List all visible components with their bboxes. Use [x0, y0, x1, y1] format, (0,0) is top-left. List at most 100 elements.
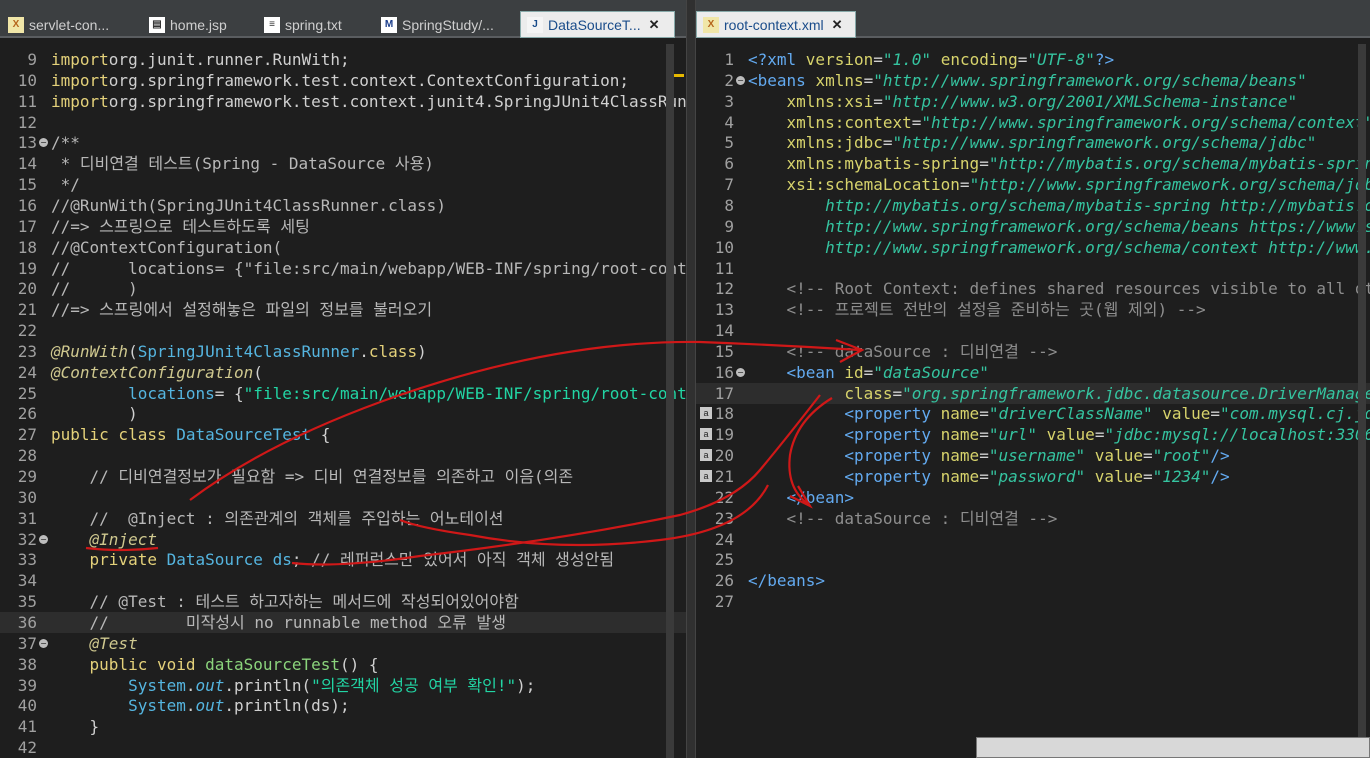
- java-code-line[interactable]: 18 //@ContextConfiguration(: [0, 237, 686, 258]
- java-code-line[interactable]: 39 System.out.println("의존객체 성공 여부 확인!");: [0, 675, 686, 696]
- xml-code-line[interactable]: 3 xmlns:xsi="http://www.w3.org/2001/XMLS…: [696, 91, 1370, 112]
- java-editor-scrollbar[interactable]: [666, 44, 674, 758]
- xml-code-line[interactable]: 22 </bean>: [696, 487, 1370, 508]
- fold-toggle-icon[interactable]: −: [39, 534, 48, 544]
- java-code-line[interactable]: 21 //=> 스프링에서 설정해놓은 파일의 정보를 불러오기: [0, 299, 686, 320]
- xml-code-line[interactable]: 1 <?xml version="1.0" encoding="UTF-8"?>: [696, 49, 1370, 70]
- java-code-line[interactable]: 32− @Inject: [0, 529, 686, 550]
- java-code-line[interactable]: 30: [0, 487, 686, 508]
- xml-code-editor[interactable]: 1 <?xml version="1.0" encoding="UTF-8"?> 2…: [696, 44, 1370, 758]
- xml-code-line[interactable]: 2− <beans xmlns="http://www.springframewo…: [696, 70, 1370, 91]
- java-code-text: * 디비연결 테스트(Spring - DataSource 사용): [51, 153, 434, 174]
- xml-code-line[interactable]: a 19 <property name="url" value="jdbc:mys…: [696, 424, 1370, 445]
- java-code-line[interactable]: 26 ): [0, 403, 686, 424]
- xml-code-line[interactable]: 15 <!-- dataSource : 디비연결 -->: [696, 341, 1370, 362]
- java-code-line[interactable]: 22: [0, 320, 686, 341]
- close-tab-icon[interactable]: ✕: [832, 17, 843, 33]
- line-number: 32: [17, 529, 37, 549]
- java-code-line[interactable]: 17 //=> 스프링으로 테스트하도록 세팅: [0, 216, 686, 237]
- java-code-line[interactable]: 12: [0, 112, 686, 133]
- right-tab-bar: Xroot-context.xml ✕: [696, 0, 1370, 38]
- java-code-line[interactable]: 23 @RunWith(SpringJUnit4ClassRunner.class…: [0, 341, 686, 362]
- xml-code-line[interactable]: 11: [696, 258, 1370, 279]
- xml-code-text: http://www.springframework.org/schema/co…: [748, 237, 1370, 258]
- xml-code-line[interactable]: a 20 <property name="username" value="roo…: [696, 445, 1370, 466]
- window-thumbnail-preview[interactable]: [976, 737, 1370, 758]
- code-token: (: [128, 341, 138, 361]
- line-number: 34: [17, 571, 37, 591]
- xml-code-line[interactable]: 9 http://www.springframework.org/schema/…: [696, 216, 1370, 237]
- code-token: .println(ds);: [224, 696, 350, 716]
- java-code-line[interactable]: 37− @Test: [0, 633, 686, 654]
- line-number: 21: [17, 300, 37, 320]
- java-code-line[interactable]: 33 private DataSource ds; // 레퍼런스만 있어서 아…: [0, 549, 686, 570]
- code-token: @RunWith: [51, 341, 129, 361]
- xml-code-line[interactable]: 13 <!-- 프로젝트 전반의 설정을 준비하는 곳(웹 제외) -->: [696, 299, 1370, 320]
- fold-toggle-icon[interactable]: −: [39, 638, 48, 648]
- java-code-line[interactable]: 41 }: [0, 716, 686, 737]
- java-code-line[interactable]: 15 */: [0, 174, 686, 195]
- xml-code-line[interactable]: a 18 <property name="driverClassName" val…: [696, 403, 1370, 424]
- fold-toggle-icon[interactable]: −: [736, 367, 745, 377]
- java-code-line[interactable]: 19 // locations= {"file:src/main/webapp/W…: [0, 258, 686, 279]
- xml-code-line[interactable]: 6 xmlns:mybatis-spring="http://mybatis.o…: [696, 153, 1370, 174]
- pane-divider[interactable]: [686, 0, 696, 758]
- java-code-line[interactable]: 14 * 디비연결 테스트(Spring - DataSource 사용): [0, 153, 686, 174]
- xml-code-line[interactable]: 25: [696, 549, 1370, 570]
- java-code-line[interactable]: 9 importorg.junit.runner.RunWith;: [0, 49, 686, 70]
- xml-code-line[interactable]: 27: [696, 591, 1370, 612]
- java-code-line[interactable]: 34: [0, 570, 686, 591]
- code-token: out: [195, 696, 225, 716]
- xml-code-line[interactable]: 12 <!-- Root Context: defines shared res…: [696, 278, 1370, 299]
- xml-code-text: http://www.springframework.org/schema/be…: [748, 216, 1370, 237]
- xml-code-line[interactable]: 7 xsi:schemaLocation="http://www.springf…: [696, 174, 1370, 195]
- xml-code-line[interactable]: 16− <bean id="dataSource": [696, 362, 1370, 383]
- overview-ruler-marker[interactable]: [674, 74, 684, 77]
- java-code-line[interactable]: 40 System.out.println(ds);: [0, 695, 686, 716]
- java-code-line[interactable]: 42: [0, 737, 686, 758]
- java-code-line[interactable]: 28: [0, 445, 686, 466]
- left-tab-4[interactable]: J DataSourceT... ✕: [520, 11, 675, 38]
- close-tab-icon[interactable]: ✕: [649, 17, 660, 33]
- java-code-line[interactable]: 29 // 디비연결정보가 필요함 => 디비 연결정보를 의존하고 이음(의존: [0, 466, 686, 487]
- left-tab-3[interactable]: M SpringStudy/...: [375, 11, 515, 38]
- xml-code-text: <beans xmlns="http://www.springframework…: [748, 70, 1307, 91]
- xml-code-line[interactable]: 8 http://mybatis.org/schema/mybatis-spri…: [696, 195, 1370, 216]
- xml-code-line[interactable]: 14: [696, 320, 1370, 341]
- xml-code-line[interactable]: 17 class="org.springframework.jdbc.datas…: [696, 382, 1370, 404]
- java-code-editor[interactable]: 9 importorg.junit.runner.RunWith; 10 import…: [0, 44, 686, 758]
- java-code-line[interactable]: 11 importorg.springframework.test.context…: [0, 91, 686, 112]
- code-token: @Test: [51, 633, 138, 653]
- java-code-line[interactable]: 13−/**: [0, 132, 686, 153]
- java-code-text: private DataSource ds; // 레퍼런스만 있어서 아직 객…: [51, 549, 615, 570]
- java-code-line[interactable]: 25 locations= {"file:src/main/webapp/WEB…: [0, 383, 686, 404]
- fold-toggle-icon[interactable]: −: [736, 75, 745, 85]
- java-code-line[interactable]: 16 //@RunWith(SpringJUnit4ClassRunner.cla…: [0, 195, 686, 216]
- java-code-line[interactable]: 27 public class DataSourceTest {: [0, 424, 686, 445]
- code-token: ): [417, 341, 427, 361]
- xml-code-line[interactable]: 24: [696, 529, 1370, 550]
- java-code-line[interactable]: 31 // @Inject : 의존관계의 객체를 주입하는 어노테이션: [0, 508, 686, 529]
- xml-code-line[interactable]: a 21 <property name="password" value="123…: [696, 466, 1370, 487]
- xml-editor-scrollbar[interactable]: [1358, 44, 1366, 758]
- xml-code-line[interactable]: 4 xmlns:context="http://www.springframew…: [696, 112, 1370, 133]
- java-code-line[interactable]: 24 @ContextConfiguration(: [0, 362, 686, 383]
- java-code-line[interactable]: 10 importorg.springframework.test.context…: [0, 70, 686, 91]
- xml-code-line[interactable]: 23 <!-- dataSource : 디비연결 -->: [696, 508, 1370, 529]
- java-code-line[interactable]: 36 // 미작성시 no runnable method 오류 발생: [0, 611, 686, 633]
- code-token: .println(: [224, 675, 312, 695]
- code-token: .: [359, 341, 369, 361]
- java-code-line[interactable]: 35 // @Test : 테스트 하고자하는 메서드에 작성되어있어야함: [0, 591, 686, 612]
- left-tab-2[interactable]: ≡ spring.txt: [258, 11, 370, 38]
- java-code-line[interactable]: 20 // ): [0, 278, 686, 299]
- left-tab-0[interactable]: Xservlet-con...: [2, 11, 127, 38]
- left-tab-1[interactable]: ▤ home.jsp: [143, 11, 253, 38]
- line-number: 37: [17, 633, 37, 653]
- xml-code-line[interactable]: 10 http://www.springframework.org/schema…: [696, 237, 1370, 258]
- xml-code-line[interactable]: 26 </beans>: [696, 570, 1370, 591]
- fold-toggle-icon[interactable]: −: [39, 138, 48, 148]
- right-tab-0[interactable]: Xroot-context.xml ✕: [696, 11, 856, 38]
- xml-code-line[interactable]: 5 xmlns:jdbc="http://www.springframework…: [696, 132, 1370, 153]
- java-code-line[interactable]: 38 public void dataSourceTest() {: [0, 654, 686, 675]
